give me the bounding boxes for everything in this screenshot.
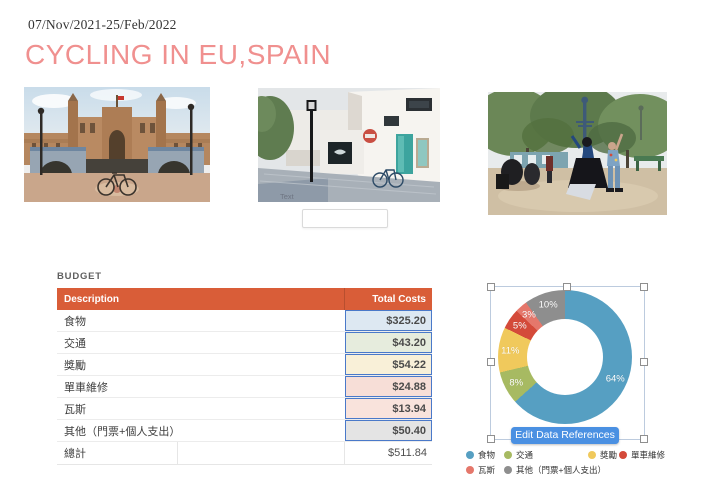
selection-handle[interactable] [487, 283, 495, 291]
row-cost-cell[interactable]: $325.20 [345, 310, 432, 331]
legend-dot [504, 451, 512, 459]
donut-percent-label: 11% [501, 346, 519, 357]
total-row-value: $511.84 [345, 442, 432, 464]
donut-percent-label: 8% [509, 377, 523, 388]
photo-flamenco-dancers[interactable] [488, 92, 667, 215]
plaza-building-illustration [24, 87, 210, 202]
table-row[interactable]: 瓦斯 $13.94 [57, 398, 432, 420]
legend-dot [619, 451, 627, 459]
empty-caption-box[interactable] [302, 209, 388, 228]
row-description[interactable]: 食物 [57, 310, 214, 331]
legend-item: 瓦斯 [466, 464, 495, 476]
row-cost-cell[interactable]: $43.20 [345, 332, 432, 353]
table-row[interactable]: 食物 $325.20 [57, 310, 432, 332]
selection-handle[interactable] [640, 435, 648, 443]
row-description[interactable]: 單車維修 [57, 376, 214, 397]
donut-percent-label: 10% [539, 299, 558, 310]
table-header-row[interactable]: Description Total Costs [57, 288, 432, 310]
row-description[interactable]: 交通 [57, 332, 214, 353]
row-cost-cell[interactable]: $24.88 [345, 376, 432, 397]
selection-handle[interactable] [487, 435, 495, 443]
legend-item: 其他（門票+個人支出） [504, 464, 606, 476]
budget-table[interactable]: Description Total Costs 食物 $325.20 交通 $43.2… [57, 288, 432, 465]
edit-data-references-button[interactable]: Edit Data References [511, 427, 619, 444]
slide-title[interactable]: CYCLING IN EU,SPAIN [25, 39, 331, 71]
budget-table-body: 食物 $325.20 交通 $43.20 獎勵 $54.22 單車維修 $24.88 瓦斯 $13… [57, 310, 432, 442]
table-row[interactable]: 交通 $43.20 [57, 332, 432, 354]
legend-item: 獎勵 [588, 449, 617, 461]
dancers-scene-illustration [488, 92, 667, 215]
legend-dot [466, 451, 474, 459]
legend-label: 交通 [516, 449, 533, 461]
row-description[interactable]: 其他（門票+個人支出） [57, 420, 214, 441]
legend-label: 食物 [478, 449, 495, 461]
row-cost-cell[interactable]: $13.94 [345, 398, 432, 419]
selection-handle[interactable] [487, 358, 495, 366]
legend-item: 食物 [466, 449, 495, 461]
donut-percent-label: 5% [513, 320, 527, 331]
legend-label: 獎勵 [600, 449, 617, 461]
photo-plaza-de-espana[interactable] [24, 87, 210, 202]
legend-label: 單車維修 [631, 449, 665, 461]
legend-label: 瓦斯 [478, 464, 495, 476]
table-row[interactable]: 單車維修 $24.88 [57, 376, 432, 398]
selection-handle[interactable] [640, 283, 648, 291]
legend-label: 其他（門票+個人支出） [516, 464, 606, 476]
table-total-row[interactable]: 總計 $511.84 [57, 442, 432, 465]
legend-item: 交通 [504, 449, 533, 461]
legend-item: 單車維修 [619, 449, 665, 461]
donut-percent-label: 3% [522, 310, 536, 321]
street-scene-illustration [258, 88, 440, 202]
row-description[interactable]: 瓦斯 [57, 398, 214, 419]
legend-dot [504, 466, 512, 474]
table-row[interactable]: 獎勵 $54.22 [57, 354, 432, 376]
budget-section-label[interactable]: BUDGET [57, 271, 102, 282]
table-row[interactable]: 其他（門票+個人支出） $50.40 [57, 420, 432, 442]
selection-handle[interactable] [640, 358, 648, 366]
row-cost-cell[interactable]: $54.22 [345, 354, 432, 375]
date-range-text[interactable]: 07/Nov/2021-25/Feb/2022 [28, 17, 177, 33]
column-header-total-costs[interactable]: Total Costs [345, 294, 432, 305]
donut-chart[interactable]: 64% 8% 11% 5%3%10% [498, 290, 632, 424]
donut-percent-label: 64% [606, 374, 625, 385]
photo-text-placeholder: Text [280, 192, 294, 201]
legend-dot [466, 466, 474, 474]
row-cost-cell[interactable]: $50.40 [345, 420, 432, 441]
legend-dot [588, 451, 596, 459]
row-description[interactable]: 獎勵 [57, 354, 214, 375]
selection-handle[interactable] [563, 283, 571, 291]
total-row-label: 總計 [57, 442, 178, 464]
column-header-description[interactable]: Description [57, 288, 345, 310]
photo-white-street[interactable] [258, 88, 440, 202]
